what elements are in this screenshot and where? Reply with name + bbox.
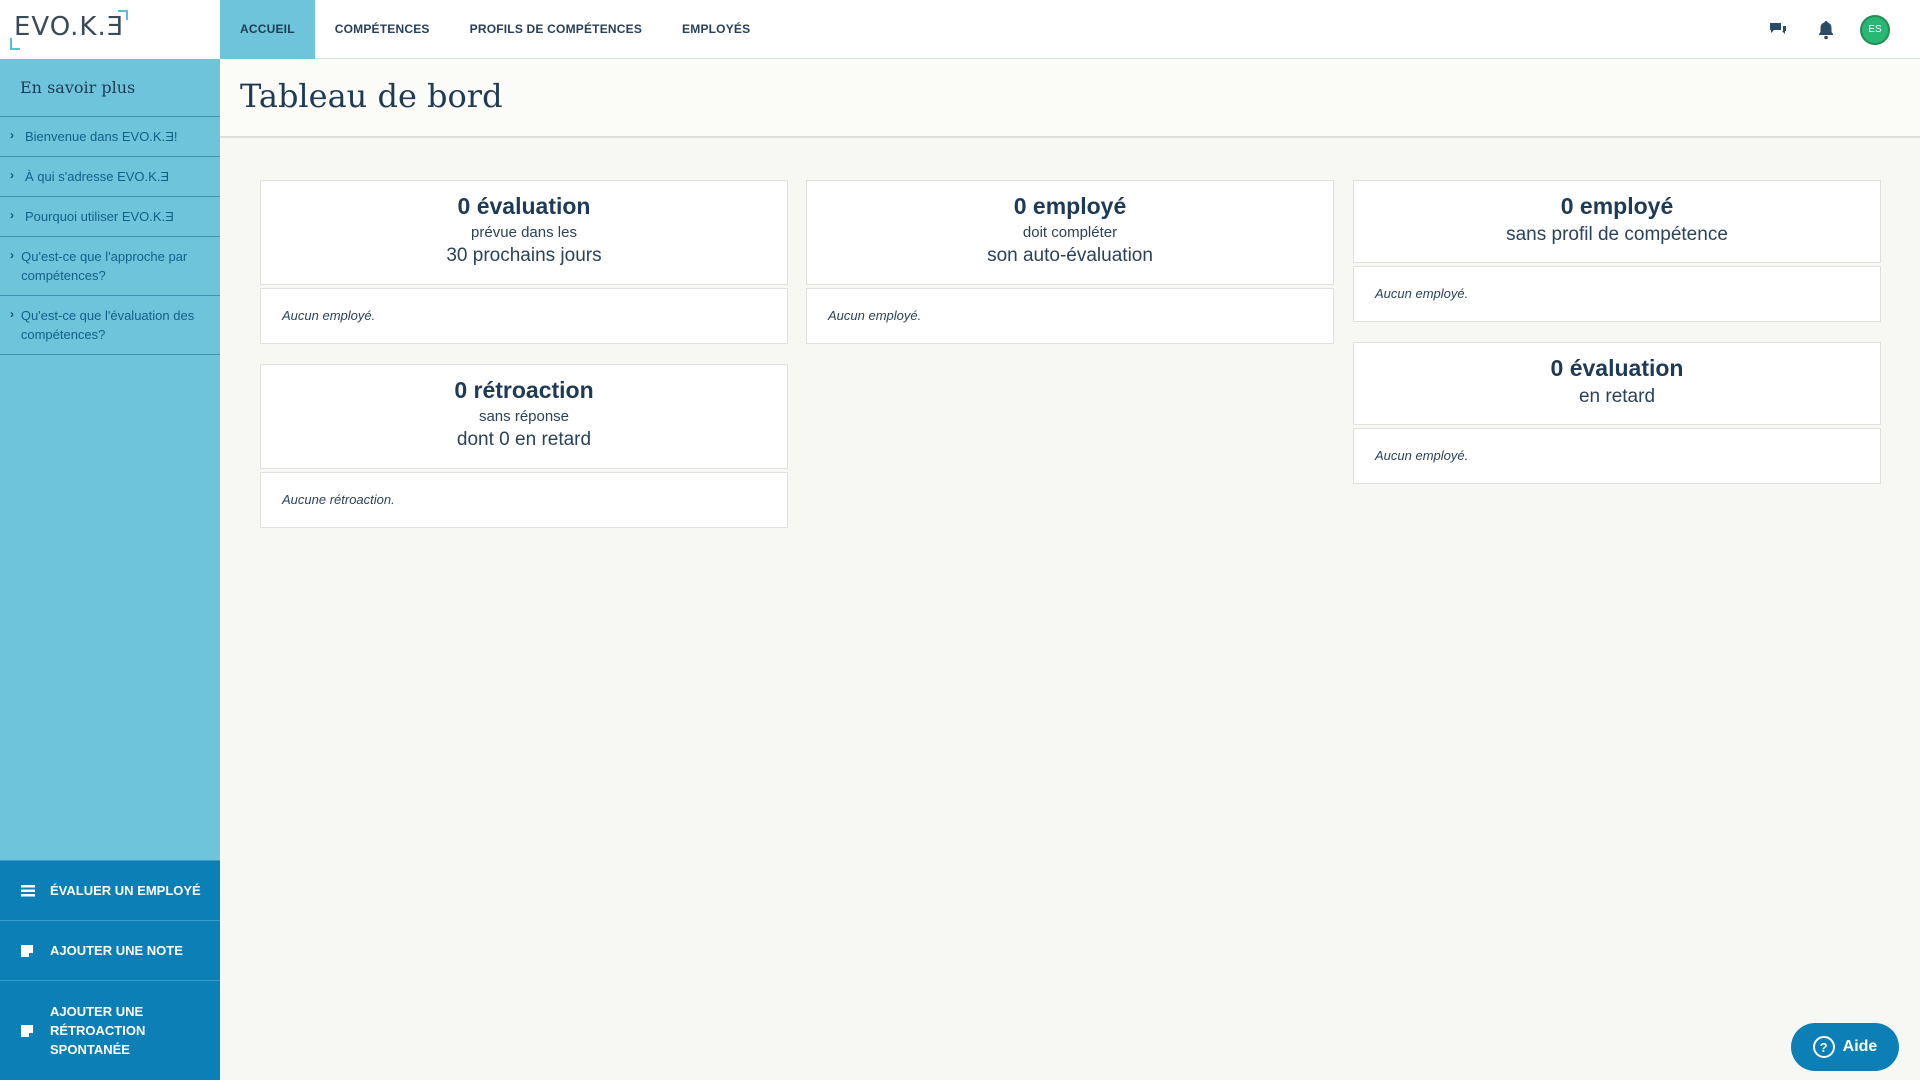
card-header[interactable]: 0 évaluation prévue dans les 30 prochain…	[260, 180, 788, 285]
card-detail: dont 0 en retard	[456, 429, 592, 450]
card-header[interactable]: 0 employé sans profil de compétence	[1353, 180, 1881, 263]
card-empty-message: Aucun employé.	[1353, 266, 1881, 322]
chevron-right-icon: ›	[10, 208, 14, 222]
card-header[interactable]: 0 évaluation en retard	[1353, 342, 1881, 425]
card-detail: en retard	[1578, 386, 1656, 407]
card-count: 0 employé	[1013, 193, 1127, 219]
logo-corner-bottom	[10, 38, 20, 50]
card-header[interactable]: 0 rétroaction sans réponse dont 0 en ret…	[260, 364, 788, 469]
help-button[interactable]: ? Aide	[1791, 1023, 1899, 1071]
card-count: 0 évaluation	[457, 193, 591, 219]
help-label: Aide	[1842, 1038, 1878, 1055]
chevron-right-icon: ›	[10, 168, 14, 182]
top-icons: ES	[1764, 0, 1890, 59]
card-header[interactable]: 0 employé doit compléter son auto-évalua…	[806, 180, 1334, 285]
sidebar-link-evaluation[interactable]: › Qu'est-ce que l'évaluation des compéte…	[0, 296, 220, 355]
sidebar-link-pourquoi[interactable]: › Pourquoi utiliser EVO.K.Ǝ	[0, 197, 220, 237]
card-late-evaluations: 0 évaluation en retard Aucun employé.	[1353, 342, 1881, 484]
sidebar-link-approche[interactable]: › Qu'est-ce que l'approche par compétenc…	[0, 237, 220, 296]
sidebar-actions: ÉVALUER UN EMPLOYÉ AJOUTER UNE NOTE AJOU…	[0, 860, 220, 1080]
card-no-profile: 0 employé sans profil de compétence Aucu…	[1353, 180, 1881, 322]
sidebar-title: En savoir plus	[0, 59, 220, 117]
list-icon	[20, 884, 50, 898]
card-feedback: 0 rétroaction sans réponse dont 0 en ret…	[260, 364, 788, 528]
nav-employes[interactable]: EMPLOYÉS	[662, 0, 770, 59]
main-nav: ACCUEIL COMPÉTENCES PROFILS DE COMPÉTENC…	[220, 0, 770, 59]
note-icon	[20, 1024, 50, 1038]
evaluate-employee-label: ÉVALUER UN EMPLOYÉ	[50, 883, 201, 898]
card-empty-message: Aucun employé.	[260, 288, 788, 344]
nav-competences[interactable]: COMPÉTENCES	[315, 0, 450, 59]
sidebar-link-label: Bienvenue dans EVO.K.Ǝ!	[25, 129, 178, 144]
card-detail: sans profil de compétence	[1506, 224, 1728, 245]
card-self-evaluation: 0 employé doit compléter son auto-évalua…	[806, 180, 1334, 344]
sidebar-link-label: À qui s'adresse EVO.K.Ǝ	[25, 169, 170, 184]
top-bar: EVO.K.Ǝ ACCUEIL COMPÉTENCES PROFILS DE C…	[0, 0, 1920, 59]
chat-icon[interactable]	[1764, 16, 1792, 44]
evaluate-employee-button[interactable]: ÉVALUER UN EMPLOYÉ	[0, 860, 220, 920]
card-empty-message: Aucun employé.	[1353, 428, 1881, 484]
card-detail: son auto-évaluation	[987, 245, 1153, 266]
sidebar: En savoir plus › Bienvenue dans EVO.K.Ǝ!…	[0, 59, 220, 1080]
question-icon: ?	[1812, 1036, 1835, 1058]
bell-icon[interactable]	[1812, 16, 1840, 44]
nav-profils-competences[interactable]: PROFILS DE COMPÉTENCES	[450, 0, 662, 59]
card-count: 0 évaluation	[1550, 355, 1684, 381]
add-feedback-button[interactable]: AJOUTER UNE RÉTROACTION SPONTANÉE	[0, 980, 220, 1080]
add-note-button[interactable]: AJOUTER UNE NOTE	[0, 920, 220, 980]
chevron-right-icon: ›	[10, 128, 14, 142]
app-logo[interactable]: EVO.K.Ǝ	[14, 12, 124, 42]
card-empty-message: Aucun employé.	[806, 288, 1334, 344]
chevron-right-icon: ›	[10, 307, 14, 321]
card-subtitle: doit compléter	[1022, 224, 1118, 241]
add-note-label: AJOUTER UNE NOTE	[50, 943, 183, 958]
sidebar-link-label: Qu'est-ce que l'approche par compétences…	[21, 249, 188, 283]
page-header: Tableau de bord	[220, 59, 1920, 138]
user-avatar[interactable]: ES	[1860, 14, 1890, 45]
sidebar-link-label: Pourquoi utiliser EVO.K.Ǝ	[25, 209, 174, 224]
sidebar-link-a-qui[interactable]: › À qui s'adresse EVO.K.Ǝ	[0, 157, 220, 197]
card-count: 0 rétroaction	[454, 377, 594, 403]
add-feedback-label: AJOUTER UNE RÉTROACTION SPONTANÉE	[50, 1004, 146, 1057]
card-detail: 30 prochains jours	[446, 245, 602, 266]
sidebar-link-label: Qu'est-ce que l'évaluation des compétenc…	[20, 308, 195, 342]
sidebar-link-bienvenue[interactable]: › Bienvenue dans EVO.K.Ǝ!	[0, 117, 220, 157]
logo-area[interactable]: EVO.K.Ǝ	[0, 0, 220, 59]
card-count: 0 employé	[1560, 193, 1674, 219]
page-title: Tableau de bord	[240, 77, 503, 115]
card-upcoming-evaluations: 0 évaluation prévue dans les 30 prochain…	[260, 180, 788, 344]
card-subtitle: prévue dans les	[471, 224, 577, 241]
card-subtitle: sans réponse	[478, 408, 570, 425]
nav-accueil[interactable]: ACCUEIL	[220, 0, 315, 59]
note-icon	[20, 944, 50, 958]
card-empty-message: Aucune rétroaction.	[260, 472, 788, 528]
chevron-right-icon: ›	[10, 248, 14, 262]
